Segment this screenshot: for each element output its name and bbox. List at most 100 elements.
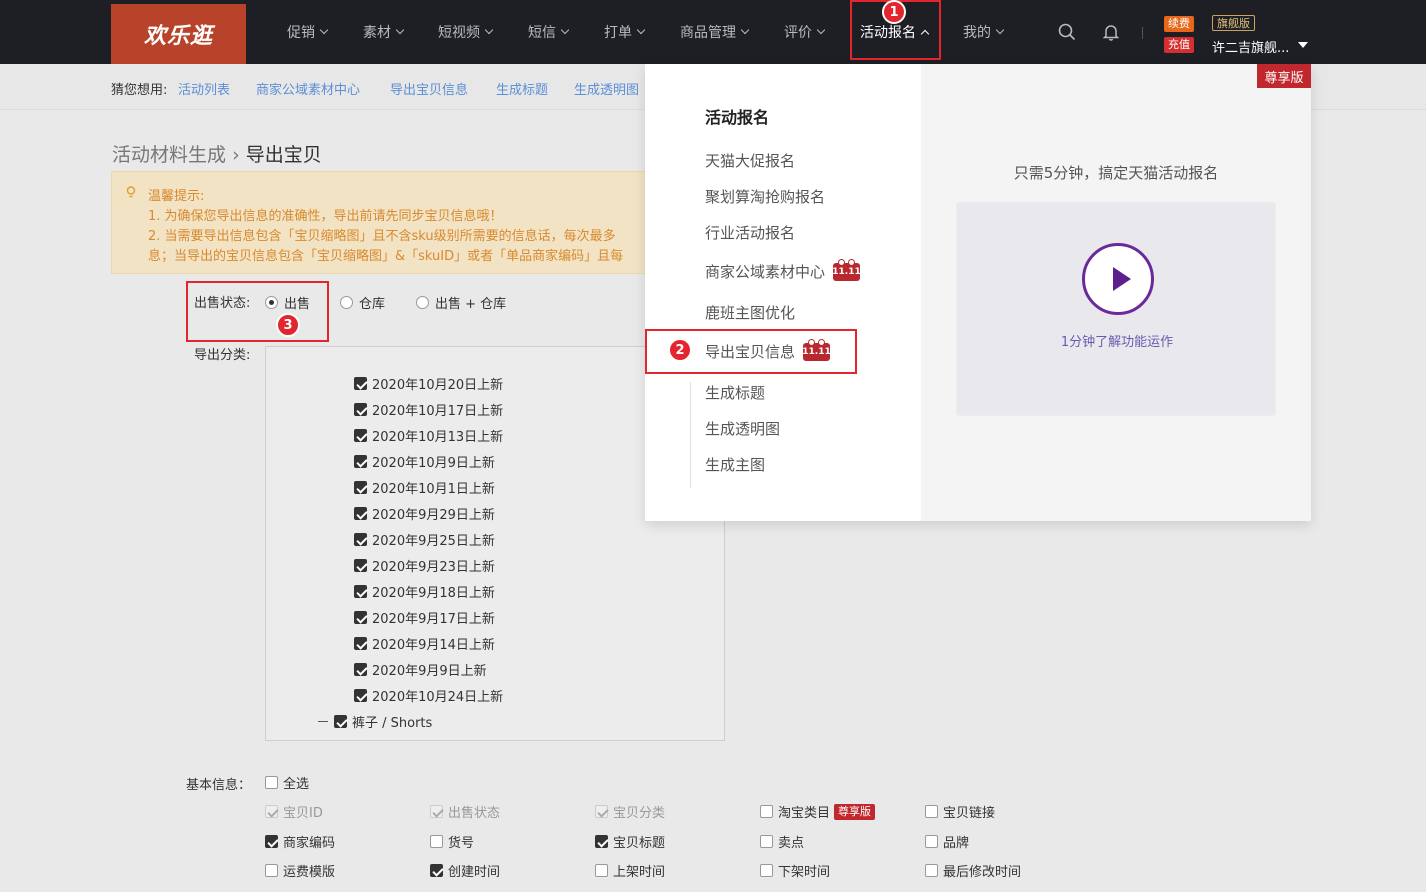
checkbox-icon[interactable] — [430, 835, 443, 848]
caret-down-icon[interactable] — [1298, 42, 1308, 48]
checkbox-icon[interactable] — [595, 864, 608, 877]
nav-product-management[interactable]: 商品管理 — [680, 0, 750, 64]
menu-item-juhuasuan[interactable]: 聚划算淘抢购报名 — [705, 186, 825, 207]
checkbox-icon[interactable] — [354, 507, 367, 520]
field-listed-time[interactable]: 上架时间 — [595, 861, 665, 880]
checkbox-icon[interactable] — [760, 805, 773, 818]
collapse-icon[interactable] — [318, 721, 328, 722]
menu-item-industry-activity[interactable]: 行业活动报名 — [705, 222, 795, 243]
menu-item-gen-transparent[interactable]: 生成透明图 — [705, 418, 780, 439]
checkbox-icon[interactable] — [354, 533, 367, 546]
category-item[interactable]: 2020年10月13日上新 — [354, 426, 503, 445]
checkbox-icon[interactable] — [354, 559, 367, 572]
category-item[interactable]: 2020年9月18日上新 — [354, 582, 495, 601]
lightbulb-icon — [126, 186, 136, 198]
suggestion-link[interactable]: 导出宝贝信息 — [390, 79, 468, 98]
checkbox-icon[interactable] — [354, 585, 367, 598]
menu-item-gen-title[interactable]: 生成标题 — [705, 382, 765, 403]
radio-sale-and-warehouse[interactable]: 出售 + 仓库 — [416, 293, 506, 312]
category-item[interactable]: 2020年9月9日上新 — [354, 660, 487, 679]
nav-material[interactable]: 素材 — [363, 0, 405, 64]
field-sku-number[interactable]: 货号 — [430, 832, 474, 851]
user-name[interactable]: 许二吉旗舰... — [1212, 37, 1289, 56]
nav-promotion[interactable]: 促销 — [287, 0, 329, 64]
category-item[interactable]: 2020年9月25日上新 — [354, 530, 495, 549]
category-item[interactable]: 2020年10月24日上新 — [354, 686, 503, 705]
checkbox-icon[interactable] — [265, 835, 278, 848]
breadcrumb: 活动材料生成 › 导出宝贝 — [112, 140, 322, 167]
field-delisted-time[interactable]: 下架时间 — [760, 861, 830, 880]
checkbox-icon[interactable] — [760, 835, 773, 848]
field-merchant-code[interactable]: 商家编码 — [265, 832, 335, 851]
checkbox-icon[interactable] — [430, 864, 443, 877]
radio-warehouse[interactable]: 仓库 — [340, 293, 385, 312]
category-item[interactable]: 2020年9月23日上新 — [354, 556, 495, 575]
category-item[interactable]: 2020年9月14日上新 — [354, 634, 495, 653]
breadcrumb-parent[interactable]: 活动材料生成 — [112, 144, 226, 166]
step-badge-1: 1 — [882, 0, 906, 24]
checkbox-icon[interactable] — [354, 637, 367, 650]
play-icon[interactable] — [1082, 243, 1154, 315]
category-item[interactable]: 裤子 / Shorts — [318, 712, 432, 731]
field-selling-point[interactable]: 卖点 — [760, 832, 804, 851]
field-item-title[interactable]: 宝贝标题 — [595, 832, 665, 851]
recharge-button[interactable]: 充值 — [1164, 37, 1194, 53]
suggestion-link[interactable]: 生成透明图 — [574, 79, 639, 98]
search-icon[interactable] — [1057, 22, 1077, 42]
nav-short-video[interactable]: 短视频 — [438, 0, 494, 64]
menu-item-tmall-promo[interactable]: 天猫大促报名 — [705, 150, 795, 171]
category-item[interactable]: 2020年10月17日上新 — [354, 400, 503, 419]
field-created-time[interactable]: 创建时间 — [430, 861, 500, 880]
video-card[interactable]: 1分钟了解功能运作 — [956, 202, 1276, 416]
checkbox-icon[interactable] — [354, 481, 367, 494]
basic-info-label: 基本信息： — [186, 778, 252, 793]
checkbox-icon[interactable] — [265, 776, 278, 789]
checkbox-icon[interactable] — [354, 663, 367, 676]
chevron-down-icon — [319, 25, 329, 35]
menu-item-gen-main-image[interactable]: 生成主图 — [705, 454, 765, 475]
field-modified-time[interactable]: 最后修改时间 — [925, 861, 1021, 880]
field-shipping-template[interactable]: 运费模版 — [265, 861, 335, 880]
renew-button[interactable]: 续费 — [1164, 16, 1194, 32]
checkbox-icon[interactable] — [354, 611, 367, 624]
suggestion-link[interactable]: 活动列表 — [178, 79, 230, 98]
checkbox-icon[interactable] — [265, 864, 278, 877]
field-item-link[interactable]: 宝贝链接 — [925, 802, 995, 821]
nav-reviews[interactable]: 评价 — [784, 0, 826, 64]
app-logo[interactable]: 欢乐逛 — [111, 4, 246, 64]
field-brand[interactable]: 品牌 — [925, 832, 969, 851]
suggestion-link[interactable]: 商家公域素材中心 — [256, 79, 360, 98]
checkbox-icon[interactable] — [354, 689, 367, 702]
menu-item-material-center[interactable]: 商家公域素材中心 11.11 — [705, 258, 861, 282]
category-item[interactable]: 2020年10月9日上新 — [354, 452, 495, 471]
category-item[interactable]: 2020年10月1日上新 — [354, 478, 495, 497]
checkbox-icon[interactable] — [760, 864, 773, 877]
checkbox-icon[interactable] — [354, 403, 367, 416]
checkbox-icon[interactable] — [334, 715, 347, 728]
category-item[interactable]: 2020年9月29日上新 — [354, 504, 495, 523]
checkbox-icon[interactable] — [925, 864, 938, 877]
checkbox-icon[interactable] — [925, 835, 938, 848]
field-sale-status: 出售状态 — [430, 802, 500, 821]
checkbox-icon — [265, 805, 278, 818]
checkbox-icon[interactable] — [354, 455, 367, 468]
chevron-down-icon — [740, 25, 750, 35]
checkbox-icon[interactable] — [354, 377, 367, 390]
field-taobao-category[interactable]: 淘宝类目 尊享版 — [760, 802, 876, 821]
menu-item-luban[interactable]: 鹿班主图优化 — [705, 302, 795, 323]
category-item[interactable]: 2020年10月20日上新 — [354, 374, 503, 393]
nav-print-orders[interactable]: 打单 — [604, 0, 646, 64]
select-all-checkbox[interactable]: 全选 — [265, 773, 309, 792]
nav-sms[interactable]: 短信 — [528, 0, 570, 64]
nav-mine[interactable]: 我的 — [963, 0, 1005, 64]
checkbox-icon[interactable] — [595, 835, 608, 848]
suggestion-link[interactable]: 生成标题 — [496, 79, 548, 98]
field-item-id: 宝贝ID — [265, 802, 323, 821]
category-label: 导出分类: — [194, 348, 251, 363]
chevron-down-icon — [995, 25, 1005, 35]
checkbox-icon[interactable] — [354, 429, 367, 442]
checkbox-icon[interactable] — [925, 805, 938, 818]
category-item[interactable]: 2020年9月17日上新 — [354, 608, 495, 627]
bell-icon[interactable] — [1101, 22, 1121, 42]
chevron-down-icon — [560, 25, 570, 35]
